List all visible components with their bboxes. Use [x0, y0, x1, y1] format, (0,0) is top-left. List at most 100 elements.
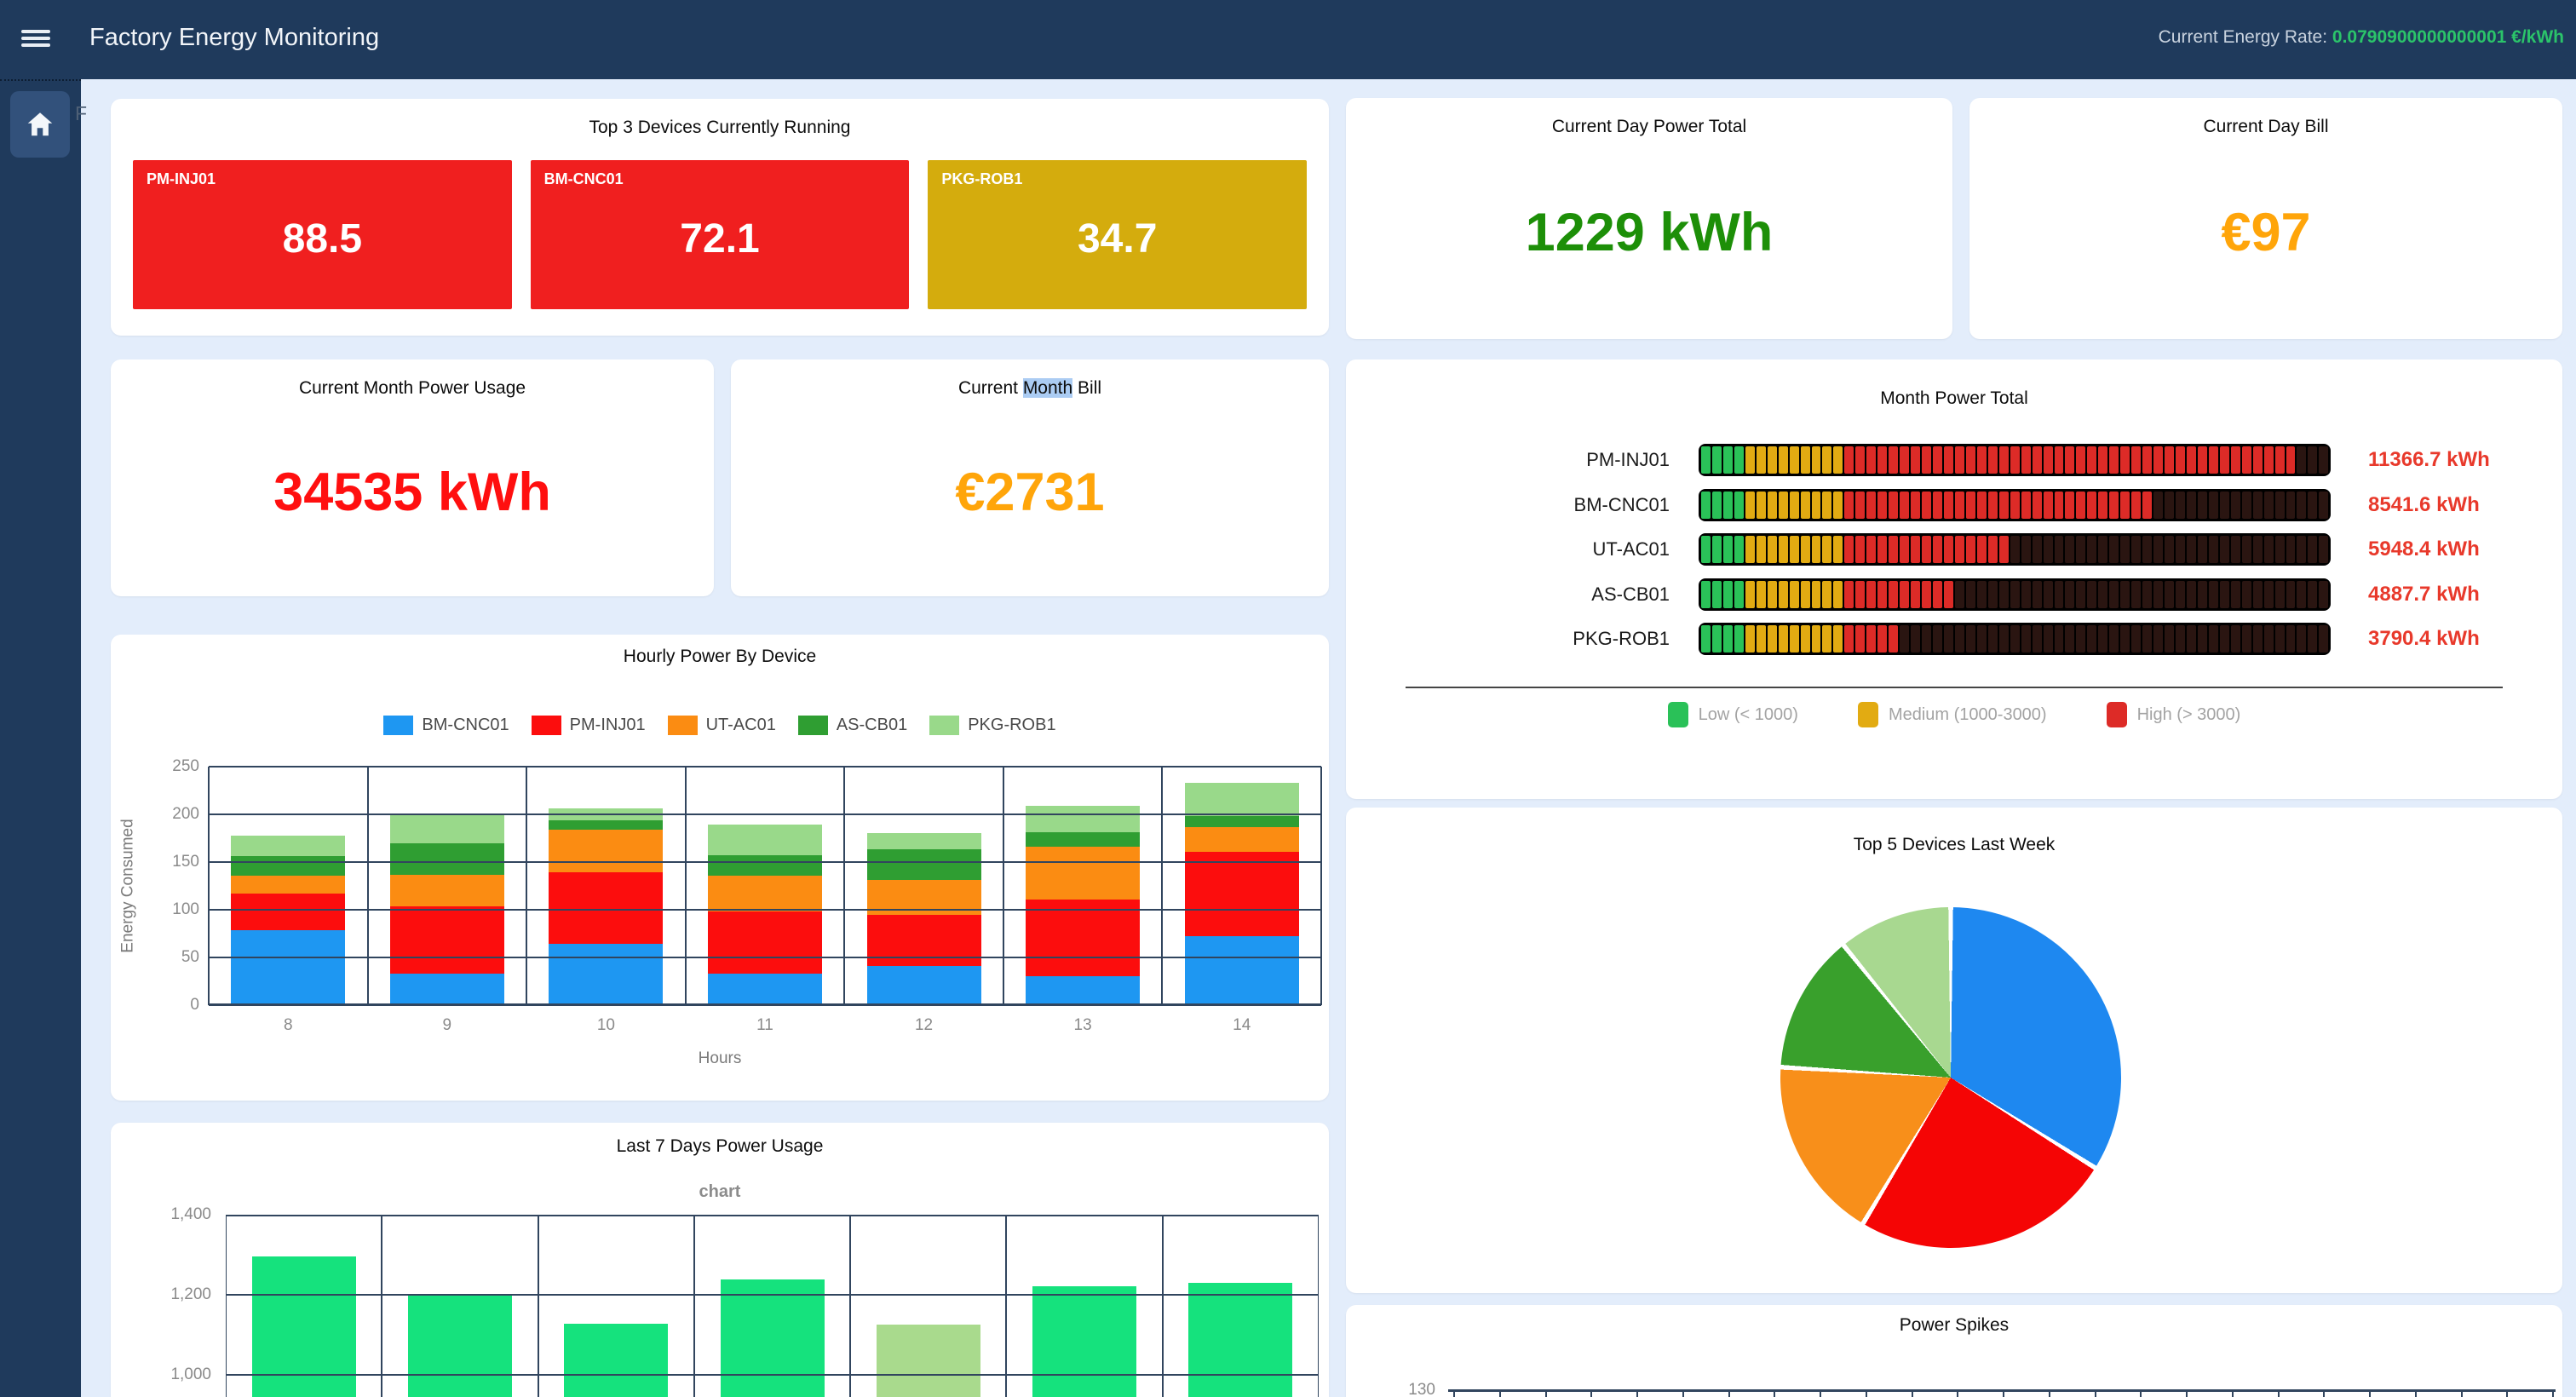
stacked-bar-segment[interactable] [867, 966, 981, 1005]
bar[interactable] [564, 1324, 668, 1397]
bar-segment [1801, 446, 1810, 474]
stacked-bar-segment[interactable] [708, 855, 822, 876]
legend-item[interactable]: AS-CB01 [798, 716, 907, 735]
legend-item[interactable]: Low (< 1000) [1668, 702, 1798, 727]
bar[interactable] [1188, 1283, 1292, 1397]
bar-segment [1701, 536, 1711, 563]
bar-segment [2176, 536, 2185, 563]
bar-segment [2275, 581, 2285, 608]
bar-segment [2065, 536, 2074, 563]
stacked-bar-segment[interactable] [231, 894, 345, 930]
bar[interactable] [877, 1325, 980, 1397]
stacked-bar-segment[interactable] [1026, 806, 1140, 832]
day-power-total-value: 1229 kWh [1346, 202, 1952, 263]
bar-segment [2220, 446, 2229, 474]
legend-item[interactable]: BM-CNC01 [383, 716, 509, 735]
stacked-bar-segment[interactable] [1185, 936, 1299, 1005]
stacked-bar-segment[interactable] [867, 849, 981, 880]
bar-segment [1757, 492, 1766, 519]
stacked-bar-segment[interactable] [867, 833, 981, 849]
bar[interactable] [1032, 1286, 1136, 1397]
segmented-bar[interactable] [1699, 623, 2331, 655]
bar-segment [1977, 581, 1987, 608]
bar-segment [1812, 625, 1821, 653]
home-button[interactable] [10, 91, 70, 158]
stacked-bar-segment[interactable] [1026, 900, 1140, 977]
bar[interactable] [408, 1295, 512, 1397]
gridline-horizontal [209, 813, 1321, 815]
panel-title: Current Day Power Total [1346, 117, 1952, 137]
panel-title: Top 5 Devices Last Week [1346, 835, 2562, 855]
bar[interactable] [721, 1279, 825, 1397]
stacked-bar-segment[interactable] [231, 836, 345, 857]
stacked-bar-segment[interactable] [708, 876, 822, 912]
device-card[interactable]: PKG-ROB134.7 [928, 160, 1307, 309]
legend-item[interactable]: Medium (1000-3000) [1858, 702, 2047, 727]
bar-segment [2264, 536, 2274, 563]
bar-segment [2076, 492, 2085, 519]
legend-item[interactable]: PKG-ROB1 [929, 716, 1055, 735]
bar-segment [1889, 625, 1898, 653]
top3-cards: PM-INJ0188.5BM-CNC0172.1PKG-ROB134.7 [133, 160, 1307, 309]
segmented-bar[interactable] [1699, 533, 2331, 566]
stacked-bar-segment[interactable] [1026, 976, 1140, 1005]
hourly-plot-area[interactable] [209, 767, 1321, 1005]
stacked-bar-segment[interactable] [1185, 827, 1299, 852]
stacked-bar-segment[interactable] [867, 915, 981, 966]
bar-segment [2187, 625, 2196, 653]
bar-segment [1712, 581, 1722, 608]
bar-segment [1866, 536, 1876, 563]
gridline-vertical [226, 1215, 227, 1397]
selected-text: Month [1023, 378, 1072, 398]
panel-title: Current Month Bill [731, 378, 1329, 399]
segmented-bar[interactable] [1699, 444, 2331, 476]
bar-segment [2242, 492, 2251, 519]
stacked-bar-segment[interactable] [708, 974, 822, 1005]
stacked-bar-segment[interactable] [231, 930, 345, 1005]
stacked-bar-segment[interactable] [1185, 816, 1299, 826]
axis-tick [2369, 1389, 2371, 1397]
stacked-bar-segment[interactable] [708, 825, 822, 855]
stacked-bar-segment[interactable] [1185, 852, 1299, 937]
stacked-bar-segment[interactable] [390, 815, 504, 842]
bar-segment [2286, 492, 2296, 519]
device-name: PM-INJ01 [147, 170, 216, 188]
stacked-bar-segment[interactable] [549, 944, 663, 1005]
segmented-bar[interactable] [1699, 489, 2331, 521]
bar-segment [2198, 625, 2207, 653]
bar-segment [2021, 625, 2031, 653]
bar-segment [2209, 625, 2218, 653]
legend-item[interactable]: High (> 3000) [2107, 702, 2241, 727]
stacked-bar-segment[interactable] [390, 843, 504, 875]
stacked-bar-segment[interactable] [390, 875, 504, 906]
bar[interactable] [252, 1256, 356, 1397]
device-card[interactable]: BM-CNC0172.1 [531, 160, 910, 309]
stacked-bar-segment[interactable] [231, 876, 345, 894]
bar-segment [2308, 581, 2317, 608]
pie-chart[interactable] [1780, 907, 2121, 1248]
device-card[interactable]: PM-INJ0188.5 [133, 160, 512, 309]
bar-segment [2187, 536, 2196, 563]
bar-segment [1701, 625, 1711, 653]
device-label: UT-AC01 [1389, 538, 1699, 561]
stacked-bar-segment[interactable] [1026, 847, 1140, 900]
stacked-bar-segment[interactable] [549, 830, 663, 872]
panel-title: Current Day Bill [1969, 117, 2562, 137]
bar-segment [2220, 492, 2229, 519]
stacked-bar-segment[interactable] [1026, 832, 1140, 847]
stacked-bar-segment[interactable] [1185, 783, 1299, 816]
stacked-bar-segment[interactable] [390, 906, 504, 974]
segmented-bar[interactable] [1699, 578, 2331, 611]
stacked-bar-segment[interactable] [549, 820, 663, 830]
panel-day-bill: Current Day Bill €97 [1969, 98, 2562, 339]
stacked-bar-segment[interactable] [708, 911, 822, 974]
last7-plot-area[interactable] [226, 1215, 1319, 1397]
stacked-bar-segment[interactable] [390, 974, 504, 1005]
bar-segment [1933, 492, 1942, 519]
legend-item[interactable]: UT-AC01 [668, 716, 776, 735]
menu-icon[interactable] [21, 26, 50, 52]
legend-item[interactable]: PM-INJ01 [532, 716, 646, 735]
stacked-bar-segment[interactable] [231, 856, 345, 875]
bar-segment [1977, 492, 1987, 519]
bar-segment [1855, 581, 1865, 608]
